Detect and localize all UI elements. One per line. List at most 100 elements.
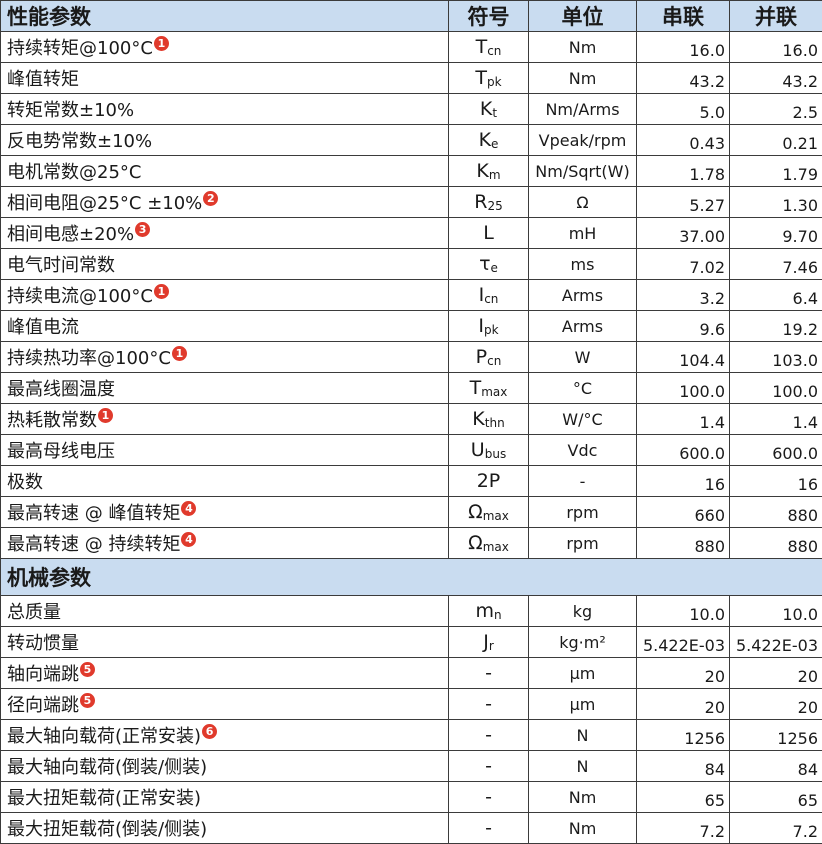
- param-name: 电机常数@25°C: [1, 156, 449, 187]
- param-unit: W: [529, 342, 637, 373]
- param-symbol: Tcn: [449, 32, 529, 63]
- param-label: 持续电流@100°C: [7, 286, 153, 307]
- mechanical-header-row: 机械参数: [1, 559, 822, 596]
- param-label: 反电势常数±10%: [7, 131, 152, 152]
- symbol-main: -: [485, 786, 492, 808]
- symbol-main: P: [476, 346, 487, 368]
- param-symbol: Km: [449, 156, 529, 187]
- param-name: 最大轴向载荷(正常安装)6: [1, 720, 449, 751]
- symbol-subscript: cn: [487, 44, 501, 58]
- param-symbol: Kt: [449, 94, 529, 125]
- series-value: 1.4: [637, 404, 730, 435]
- param-label: 极数: [7, 472, 43, 493]
- series-value: 880: [637, 528, 730, 559]
- param-unit: W/°C: [529, 404, 637, 435]
- series-value: 7.02: [637, 249, 730, 280]
- param-name: 最高母线电压: [1, 435, 449, 466]
- symbol-main: -: [485, 817, 492, 839]
- param-unit: Nm/Arms: [529, 94, 637, 125]
- parallel-value: 7.2: [730, 813, 822, 844]
- table-row: 最高转速 @ 持续转矩4Ωmaxrpm880880: [1, 528, 822, 559]
- table-row: 热耗散常数1KthnW/°C1.41.4: [1, 404, 822, 435]
- symbol-main: T: [470, 377, 482, 399]
- symbol-subscript: t: [492, 106, 497, 120]
- series-value: 20: [637, 689, 730, 720]
- parallel-value: 0.21: [730, 125, 822, 156]
- symbol-main: -: [485, 662, 492, 684]
- series-value: 7.2: [637, 813, 730, 844]
- footnote-badge: 1: [154, 284, 169, 299]
- table-row: 峰值电流IpkArms9.619.2: [1, 311, 822, 342]
- symbol-main: Ω: [468, 501, 483, 523]
- symbol-main: -: [485, 724, 492, 746]
- param-unit: rpm: [529, 528, 637, 559]
- param-name: 最高线圈温度: [1, 373, 449, 404]
- param-symbol: Tpk: [449, 63, 529, 94]
- series-value: 20: [637, 658, 730, 689]
- param-symbol: -: [449, 658, 529, 689]
- param-symbol: Icn: [449, 280, 529, 311]
- param-unit: μm: [529, 689, 637, 720]
- symbol-subscript: n: [494, 608, 502, 622]
- series-value: 84: [637, 751, 730, 782]
- param-unit: kg: [529, 596, 637, 627]
- param-unit: Ω: [529, 187, 637, 218]
- parallel-value: 20: [730, 689, 822, 720]
- symbol-main: K: [479, 129, 491, 151]
- param-name: 持续热功率@100°C1: [1, 342, 449, 373]
- param-unit: Nm/Sqrt(W): [529, 156, 637, 187]
- symbol-subscript: r: [489, 639, 494, 653]
- symbol-subscript: max: [481, 385, 507, 399]
- param-unit: N: [529, 751, 637, 782]
- symbol-main: m: [475, 600, 494, 622]
- table-row: 径向端跳5-μm2020: [1, 689, 822, 720]
- footnote-badge: 4: [181, 532, 196, 547]
- param-name: 总质量: [1, 596, 449, 627]
- param-symbol: L: [449, 218, 529, 249]
- param-unit: Arms: [529, 280, 637, 311]
- parallel-header: 并联: [730, 1, 822, 32]
- table-row: 峰值转矩TpkNm43.243.2: [1, 63, 822, 94]
- table-row: 最大扭矩载荷(正常安装)-Nm6565: [1, 782, 822, 813]
- parallel-value: 100.0: [730, 373, 822, 404]
- param-unit: kg·m²: [529, 627, 637, 658]
- footnote-badge: 1: [172, 346, 187, 361]
- param-unit: rpm: [529, 497, 637, 528]
- param-label: 最大扭矩载荷(正常安装): [7, 788, 201, 809]
- table-row: 持续转矩@100°C1TcnNm16.016.0: [1, 32, 822, 63]
- parallel-value: 7.46: [730, 249, 822, 280]
- param-name: 相间电阻@25°C ±10%2: [1, 187, 449, 218]
- param-label: 电气时间常数: [7, 255, 115, 276]
- series-value: 16: [637, 466, 730, 497]
- series-header: 串联: [637, 1, 730, 32]
- footnote-badge: 1: [154, 36, 169, 51]
- table-row: 最大轴向载荷(正常安装)6-N12561256: [1, 720, 822, 751]
- symbol-main: 2P: [477, 470, 501, 492]
- symbol-main: K: [472, 408, 484, 430]
- param-label: 热耗散常数: [7, 410, 97, 431]
- symbol-main: τ: [479, 253, 490, 275]
- param-symbol: -: [449, 782, 529, 813]
- param-name: 最大轴向载荷(倒装/侧装): [1, 751, 449, 782]
- param-label: 持续转矩@100°C: [7, 38, 153, 59]
- symbol-subscript: thn: [485, 416, 505, 430]
- symbol-subscript: 25: [487, 199, 502, 213]
- symbol-subscript: e: [491, 137, 498, 151]
- param-unit: ms: [529, 249, 637, 280]
- footnote-badge: 5: [80, 662, 95, 677]
- param-symbol: Ipk: [449, 311, 529, 342]
- param-unit: Arms: [529, 311, 637, 342]
- series-value: 104.4: [637, 342, 730, 373]
- param-label: 持续热功率@100°C: [7, 348, 171, 369]
- mechanical-section-title: 机械参数: [1, 559, 822, 596]
- param-unit: mH: [529, 218, 637, 249]
- param-symbol: -: [449, 813, 529, 844]
- table-row: 电气时间常数τems7.027.46: [1, 249, 822, 280]
- footnote-badge: 6: [202, 724, 217, 739]
- param-unit: Nm: [529, 32, 637, 63]
- series-value: 5.27: [637, 187, 730, 218]
- param-name: 热耗散常数1: [1, 404, 449, 435]
- series-value: 5.422E-03: [637, 627, 730, 658]
- table-row: 极数2P-1616: [1, 466, 822, 497]
- param-label: 峰值电流: [7, 317, 79, 338]
